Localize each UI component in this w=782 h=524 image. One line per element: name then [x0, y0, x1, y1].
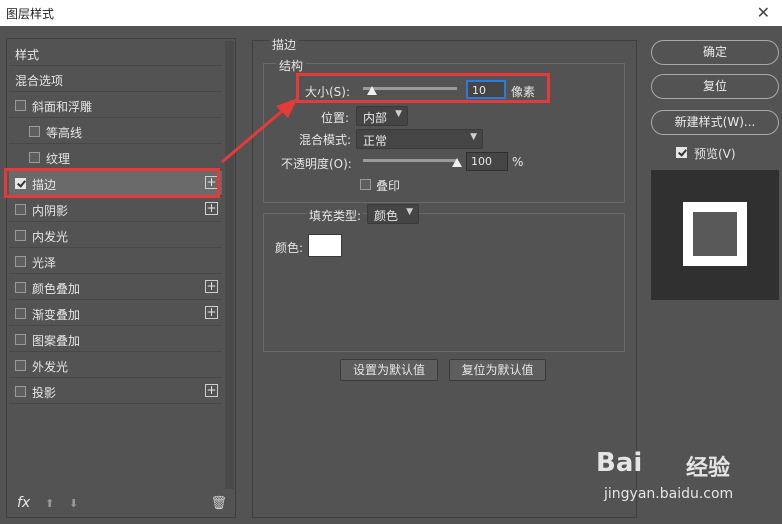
add-icon[interactable]: + [205, 384, 218, 397]
style-item[interactable]: 样式 [9, 41, 222, 66]
add-icon[interactable]: + [205, 202, 218, 215]
styles-list: 样式 混合选项 斜面和浮雕 等高线 纹理 描边 + 内阴影 + 内发光 光泽 颜色叠加 + 渐变叠加 + 图案… [6, 38, 236, 518]
fill-type-value: 颜色 [374, 209, 399, 223]
stroke-settings-panel: 描边 结构 大小(S): 10 像素 位置: 内部 ▼ 混合模式: 正常 ▼ 不… [252, 36, 637, 518]
style-item-checkbox[interactable] [15, 256, 26, 267]
blend-mode-select[interactable]: 正常 ▼ [356, 129, 483, 149]
ok-button[interactable]: 确定 [651, 40, 779, 65]
fill-type-select[interactable]: 颜色 ▼ [367, 204, 419, 224]
baidu-watermark: Bai 经验 jingyan.baidu.com [596, 448, 776, 508]
styles-list-footer: fx ⬆ ⬇ 🗑 [7, 495, 235, 517]
fill-type-label: 填充类型: [307, 207, 364, 224]
watermark-brand: Bai [596, 448, 643, 478]
style-item-checkbox[interactable] [15, 334, 26, 345]
style-item[interactable]: 光泽 [9, 249, 222, 274]
structure-title: 结构 [276, 57, 307, 74]
style-item-checkbox[interactable] [15, 230, 26, 241]
style-item-checkbox[interactable] [15, 360, 26, 371]
preview-checkbox[interactable] [676, 147, 687, 158]
blend-mode-label: 混合模式: [299, 133, 352, 147]
style-item[interactable]: 等高线 [9, 119, 222, 144]
move-up-icon[interactable]: ⬆ [45, 497, 54, 510]
stroke-section-title: 描边 [269, 36, 300, 53]
opacity-slider-track[interactable] [363, 159, 457, 162]
style-item[interactable]: 渐变叠加 + [9, 301, 222, 326]
preview-fill [693, 212, 737, 256]
blend-mode-value: 正常 [363, 134, 388, 148]
style-item[interactable]: 纹理 [9, 145, 222, 170]
opacity-slider-thumb[interactable] [452, 158, 462, 167]
position-value: 内部 [363, 111, 388, 125]
preview-label: 预览(V) [694, 147, 736, 161]
style-item-checkbox[interactable] [15, 308, 26, 319]
highlight-stroke-item [4, 168, 220, 198]
style-item-label: 等高线 [46, 126, 83, 140]
reset-button[interactable]: 复位 [651, 74, 779, 99]
add-icon[interactable]: + [205, 306, 218, 319]
style-item-label: 颜色叠加 [32, 282, 81, 296]
style-item-label: 图案叠加 [32, 334, 81, 348]
style-item-checkbox[interactable] [15, 386, 26, 397]
style-item-label: 混合选项 [15, 74, 64, 88]
chevron-down-icon: ▼ [470, 132, 477, 142]
chevron-down-icon: ▼ [406, 207, 413, 217]
style-item[interactable]: 图案叠加 [9, 327, 222, 352]
style-item[interactable]: 内发光 [9, 223, 222, 248]
style-item[interactable]: 投影 + [9, 379, 222, 404]
style-item[interactable]: 内阴影 + [9, 197, 222, 222]
window-title: 图层样式 [6, 7, 55, 21]
style-item-checkbox[interactable] [29, 152, 40, 163]
style-item[interactable]: 颜色叠加 + [9, 275, 222, 300]
style-item-label: 纹理 [46, 152, 71, 166]
style-item-checkbox[interactable] [29, 126, 40, 137]
style-item-label: 投影 [32, 386, 57, 400]
overprint-label: 叠印 [376, 179, 401, 193]
set-default-button[interactable]: 设置为默认值 [340, 359, 438, 381]
watermark-url: jingyan.baidu.com [604, 486, 734, 502]
opacity-unit: % [512, 155, 524, 169]
title-bar: 图层样式 ✕ [0, 0, 782, 26]
opacity-input[interactable]: 100 [466, 152, 508, 171]
color-label: 颜色: [275, 241, 304, 255]
style-item-label: 斜面和浮雕 [32, 100, 93, 114]
annotation-arrow-icon [221, 98, 298, 164]
fx-icon[interactable]: fx [17, 495, 30, 511]
position-select[interactable]: 内部 ▼ [356, 106, 408, 126]
style-item-label: 外发光 [32, 360, 69, 374]
style-item-checkbox[interactable] [15, 204, 26, 215]
style-item-label: 内阴影 [32, 204, 69, 218]
move-down-icon[interactable]: ⬇ [69, 497, 78, 510]
highlight-size-field [296, 73, 550, 103]
style-item-checkbox[interactable] [15, 100, 26, 111]
overprint-checkbox[interactable] [360, 179, 371, 190]
trash-icon[interactable]: 🗑 [210, 496, 227, 511]
style-item-label: 渐变叠加 [32, 308, 81, 322]
color-swatch[interactable] [308, 234, 342, 257]
chevron-down-icon: ▼ [395, 109, 402, 119]
position-label: 位置: [321, 111, 350, 125]
style-item-label: 样式 [15, 48, 40, 62]
style-item[interactable]: 斜面和浮雕 [9, 93, 222, 118]
style-item-label: 内发光 [32, 230, 69, 244]
close-icon[interactable]: ✕ [757, 3, 770, 22]
style-item-label: 光泽 [32, 256, 57, 270]
add-icon[interactable]: + [205, 280, 218, 293]
watermark-brand-cn: 经验 [686, 456, 731, 481]
reset-default-button[interactable]: 复位为默认值 [449, 359, 546, 381]
style-item[interactable]: 外发光 [9, 353, 222, 378]
style-item-checkbox[interactable] [15, 282, 26, 293]
new-style-button[interactable]: 新建样式(W)... [651, 110, 779, 135]
style-item[interactable]: 混合选项 [9, 67, 222, 92]
